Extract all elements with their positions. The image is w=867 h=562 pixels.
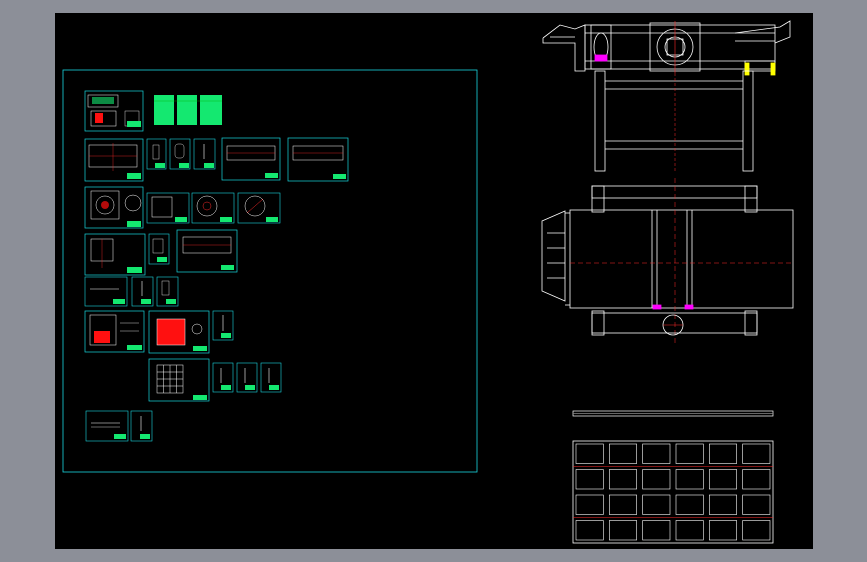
sheet-thumbnail[interactable] [221,137,281,181]
sheet-thumbnail[interactable] [84,138,144,182]
sheet-thumbnail[interactable] [154,95,222,125]
feed-chute [542,24,586,72]
sheet-thumbnail[interactable] [148,358,210,402]
grid-cell [742,494,771,515]
grid-cell [642,469,671,490]
sheet-thumbnail[interactable] [130,410,153,442]
grid-cell [742,443,771,464]
sheet-thumbnail[interactable] [146,192,190,224]
grid-cell [709,469,737,490]
grid-cell [675,469,704,490]
grid-cell [742,520,771,541]
sheet-thumbnail[interactable] [84,276,128,307]
sheet-thumbnail[interactable] [146,138,167,170]
sheet-thumbnail[interactable] [212,310,234,341]
grid-cell [575,520,604,541]
side-strip-view[interactable] [572,410,774,417]
sheet-thumbnail[interactable] [84,186,144,229]
grid-cell [609,494,637,515]
grid-cell [642,520,671,541]
grid-cell [609,469,637,490]
top-plan-view[interactable] [541,178,794,343]
sheet-thumbnail[interactable] [212,362,234,393]
grid-cell [642,443,671,464]
sheet-thumbnail[interactable] [84,310,145,353]
sheet-thumbnail[interactable] [237,192,281,224]
index-sheet-border [62,69,478,473]
sheet-thumbnail[interactable] [156,276,179,307]
sheet-thumbnail[interactable] [131,276,154,307]
grid-cell [742,469,771,490]
sheet-thumbnail[interactable] [148,233,170,265]
grid-cell [709,494,737,515]
grid-cell [709,443,737,464]
grid-cell [709,520,737,541]
sheet-thumbnail[interactable] [260,362,282,393]
grid-cell [675,443,704,464]
grid-cell [675,520,704,541]
grid-cell [675,494,704,515]
grid-cell [575,443,604,464]
grid-cell [642,494,671,515]
grid-cell [609,443,637,464]
grid-cell [575,469,604,490]
sheet-thumbnail[interactable] [287,137,349,182]
sheet-thumbnail[interactable] [148,310,210,354]
sheet-thumbnail[interactable] [191,192,235,224]
grid-floor-plan-view[interactable] [572,440,774,544]
sheet-thumbnail[interactable] [84,233,146,276]
sheet-thumbnail[interactable] [193,138,216,170]
grid-outline [572,440,774,544]
grid-cell [609,520,637,541]
grid-cell [575,494,604,515]
cad-drawing[interactable] [55,13,813,549]
sheet-thumbnail[interactable] [236,362,258,393]
sheet-thumbnail[interactable] [85,410,129,442]
drawing-index-sheet[interactable] [62,69,478,473]
sheet-thumbnail[interactable] [84,90,144,132]
feed-hopper [541,210,566,302]
sheet-thumbnail[interactable] [176,229,238,273]
cad-model-space[interactable] [55,13,813,549]
front-elevation-view[interactable] [542,20,791,173]
sheet-thumbnail[interactable] [169,138,191,170]
screen-bed [569,209,794,309]
